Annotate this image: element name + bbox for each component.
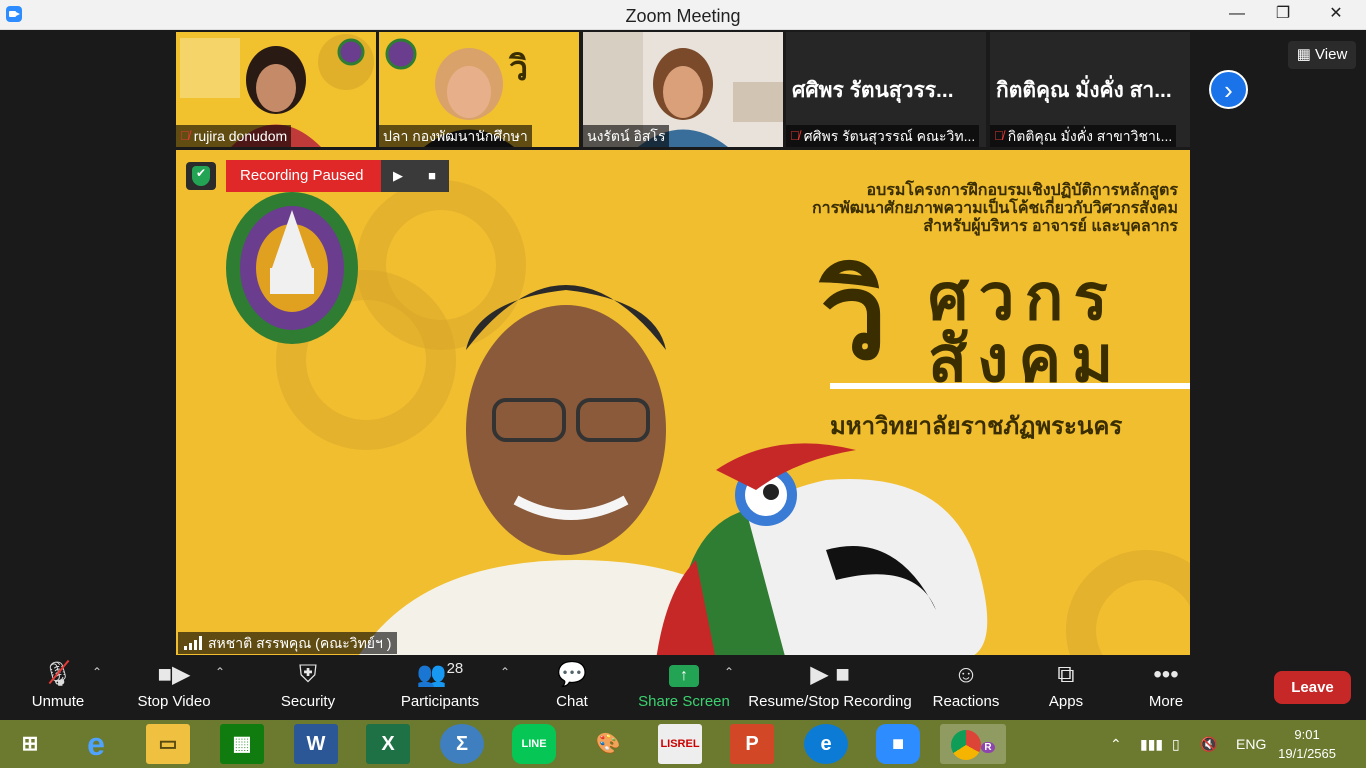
title-bar: Zoom Meeting — ❐ ✕ — [0, 0, 1366, 30]
volume-muted-icon[interactable]: 🔇 — [1200, 720, 1217, 768]
participant-name: นงรัตน์ อิสโร — [583, 125, 670, 147]
record-controls-icon: ▶ ■ — [810, 661, 850, 688]
minimize-button[interactable]: — — [1214, 0, 1260, 30]
chevron-up-icon[interactable]: ⌃ — [92, 665, 102, 679]
apps-icon: ⧉ — [1057, 661, 1075, 688]
participant-tile[interactable]: นงรัตน์ อิสโร — [583, 32, 783, 147]
system-clock[interactable]: 9:01 19/1/2565 — [1278, 725, 1336, 763]
resume-stop-recording-button[interactable]: ▶ ■ Resume/Stop Recording — [746, 655, 914, 720]
internet-explorer-icon[interactable]: e — [74, 724, 118, 764]
windows-taskbar: ⊞ e ▭ ▦ W X Σ LINE 🎨 LISREL P e ■ R ⌃ ▮▮… — [0, 720, 1366, 768]
word-icon[interactable]: W — [294, 724, 338, 764]
video-camera-icon: ■▶ — [157, 661, 191, 688]
recording-status: Recording Paused — [226, 160, 381, 192]
network-icon[interactable]: ▮▮▮ — [1140, 720, 1163, 768]
more-button[interactable]: ••• More — [1136, 655, 1196, 720]
show-hidden-icons-icon[interactable]: ⌃ — [1110, 720, 1122, 768]
leave-button[interactable]: Leave — [1274, 671, 1351, 704]
chrome-icon[interactable]: R — [940, 724, 1006, 764]
edge-icon[interactable]: e — [804, 724, 848, 764]
unmute-button[interactable]: 🎙 Unmute — [22, 655, 94, 720]
window-title: Zoom Meeting — [625, 6, 741, 26]
participant-tile[interactable]: กิตติคุณ มั่งคั่ง สา... 🎙̸ กิตติคุณ มั่งค… — [990, 32, 1190, 147]
share-screen-button[interactable]: ↑ Share Screen — [636, 655, 732, 720]
more-dots-icon: ••• — [1153, 661, 1179, 688]
stop-icon: ■ — [428, 168, 436, 183]
svg-text:วิ: วิ — [508, 49, 528, 89]
participant-name: ปลา กองพัฒนานักศึกษา — [379, 125, 532, 147]
chevron-up-icon[interactable]: ⌃ — [215, 665, 225, 679]
recording-bar: Recording Paused ▶ ■ — [226, 160, 449, 192]
language-indicator[interactable]: ENG — [1236, 720, 1266, 768]
line-icon[interactable]: LINE — [512, 724, 556, 764]
store-icon[interactable]: ▦ — [220, 724, 264, 764]
battery-icon[interactable]: ▯ — [1172, 720, 1180, 768]
participant-display-name: กิตติคุณ มั่งคั่ง สา... — [996, 79, 1172, 102]
play-icon: ▶ — [393, 168, 403, 183]
smiley-plus-icon: ☺ — [953, 661, 979, 688]
file-explorer-icon[interactable]: ▭ — [146, 724, 190, 764]
next-page-button[interactable]: › — [1209, 70, 1248, 109]
maximize-button[interactable]: ❐ — [1260, 0, 1306, 30]
grid-icon: ▦ — [1296, 46, 1316, 63]
stop-video-button[interactable]: ■▶ Stop Video — [130, 655, 218, 720]
chevron-right-icon: › — [1224, 75, 1233, 105]
stop-recording-button[interactable]: ■ — [415, 160, 449, 192]
mic-muted-icon: 🎙̸ — [180, 128, 190, 143]
speaker-figure — [359, 285, 988, 655]
paint-icon[interactable]: 🎨 — [586, 724, 630, 764]
security-button[interactable]: ⛨ Security — [272, 655, 344, 720]
chat-button[interactable]: 💬 Chat — [540, 655, 604, 720]
gear-decoration — [1066, 550, 1190, 655]
powerpoint-icon[interactable]: P — [730, 724, 774, 764]
mic-muted-icon: 🎙 — [22, 655, 94, 693]
chat-icon: 💬 — [557, 661, 587, 688]
share-screen-icon: ↑ — [636, 655, 732, 693]
active-speaker-label: สหชาติ สรรพคุณ (คณะวิทย์ฯ ) — [178, 632, 398, 654]
signal-bars-icon — [184, 636, 202, 650]
participants-icon: 👥28 — [416, 660, 464, 688]
active-speaker-video: อบรมโครงการฝึกอบรมเชิงปฏิบัติการหลักสูตร… — [176, 150, 1190, 655]
mic-muted-icon: 🎙̸ — [790, 128, 800, 143]
close-button[interactable]: ✕ — [1306, 0, 1366, 30]
math-icon[interactable]: Σ — [440, 724, 484, 764]
windows-start-icon[interactable]: ⊞ — [8, 724, 52, 764]
lisrel-icon[interactable]: LISREL — [658, 724, 702, 764]
participant-name: 🎙̸ rujira donudom — [176, 125, 292, 147]
excel-icon[interactable]: X — [366, 724, 410, 764]
participants-button[interactable]: 👥28 Participants — [395, 655, 485, 720]
apps-button[interactable]: ⧉ Apps — [1036, 655, 1096, 720]
chevron-up-icon[interactable]: ⌃ — [500, 665, 510, 679]
mic-muted-icon: 🎙̸ — [994, 128, 1004, 143]
view-button[interactable]: ▦ View — [1288, 41, 1356, 69]
resume-recording-button[interactable]: ▶ — [381, 160, 415, 192]
meeting-toolbar: 🎙 Unmute ⌃ ■▶ Stop Video ⌃ ⛨ Security 👥2… — [0, 655, 1366, 720]
chevron-up-icon[interactable]: ⌃ — [724, 665, 734, 679]
participant-display-name: ศศิพร รัตนสุวรร... — [792, 79, 954, 102]
university-seal-icon — [226, 192, 358, 344]
participant-tile[interactable]: วิ ปลา กองพัฒนานักศึกษา — [379, 32, 579, 147]
shield-icon: ⛨ — [299, 661, 317, 688]
participant-name: 🎙̸ กิตติคุณ มั่งคั่ง สาขาวิชาเ... — [990, 125, 1177, 147]
zoom-icon[interactable]: ■ — [876, 724, 920, 764]
participant-name: 🎙̸ ศศิพร รัตนสุวรรณ์ คณะวิท... — [786, 125, 980, 147]
security-shield-icon[interactable] — [186, 162, 216, 190]
participant-tile[interactable]: ศศิพร รัตนสุวรร... 🎙̸ ศศิพร รัตนสุวรรณ์ ค… — [786, 32, 986, 147]
reactions-button[interactable]: ☺ Reactions — [930, 655, 1002, 720]
participant-tile[interactable]: 🎙̸ rujira donudom — [176, 32, 376, 147]
